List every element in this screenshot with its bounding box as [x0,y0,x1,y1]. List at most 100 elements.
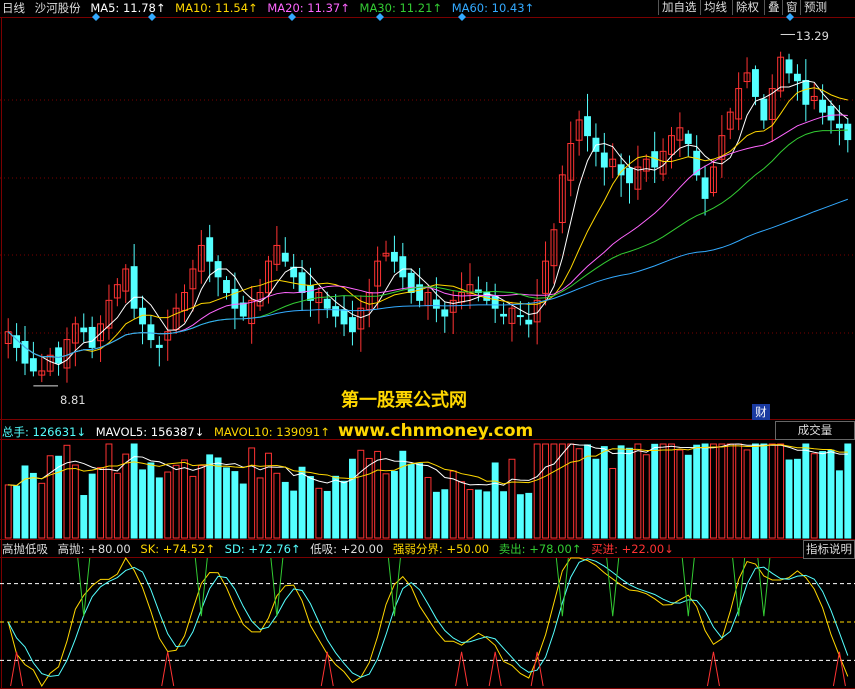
sell-signal [77,557,91,617]
volume-bar [231,471,239,539]
sell-signal [681,557,695,617]
volume-bar [626,447,633,539]
candle-body [323,298,331,309]
boundary-value: 强弱分界: +50.00 [392,542,490,556]
candle-body [298,272,306,294]
volume-bar [315,487,323,539]
volume-bar [298,466,306,539]
sk-value: SK: +74.52↑ [140,542,215,556]
window-button[interactable]: 窗 [782,0,801,15]
volume-bar [432,491,440,539]
candle-body [500,313,508,317]
volume-bar [550,443,558,539]
volume-bar [844,443,852,539]
volume-bar [281,481,289,539]
chart-canvas [0,13,855,689]
overlay-button[interactable]: 叠 [764,0,783,15]
volume-bar [307,476,314,539]
volume-bar [634,443,642,539]
candle-body [802,79,810,105]
volume-bar [21,465,29,539]
volume-bar [793,458,801,539]
volume-bar [651,443,659,539]
stock-name: 沙河股份 [34,1,81,15]
period-label[interactable]: 日线 [2,1,25,15]
volume-bar [164,471,172,539]
ma-line-button[interactable]: 均线 [700,0,730,15]
volume-bar [13,485,21,539]
gaopao-value: 高抛: +80.00 [57,542,131,556]
volume-bar [693,444,701,539]
sell-value: 卖出: +78.00↑ [498,542,582,556]
volume-bar [374,450,382,539]
buy-signal [455,651,469,687]
volume-bar [139,469,146,539]
candle-body [399,256,407,278]
volume-bar [390,470,398,539]
volume-bar [407,463,415,539]
watermark-url: www.chnmoney.com [338,421,534,441]
add-watchlist-button[interactable]: 加自选 [658,0,700,15]
candle-body [29,358,37,372]
candle-body [147,324,155,341]
ex-rights-button[interactable]: 除权 [732,0,762,15]
volume-bar [348,458,356,539]
volume-bar [416,463,424,539]
volume-bar [743,449,751,539]
finance-marker[interactable]: 财 [752,404,770,420]
volume-bar [609,467,617,539]
buy-signal [706,651,720,687]
volume-bar [181,459,188,539]
volume-bar [256,477,264,539]
indicator-name[interactable]: 高抛低吸 [2,542,48,556]
forecast-button[interactable]: 预测 [800,0,830,15]
volume-bar [508,458,516,539]
candle-body [516,315,524,318]
candle-body [332,306,340,317]
volume-bar [600,446,608,539]
volume-bar [97,467,104,539]
candle-body [701,177,709,199]
candle-body [55,347,63,364]
volume-panel-button[interactable]: 成交量 [775,421,855,440]
mavol10-value: MAVOL10: 139091↑ [213,425,330,439]
candle-body [600,152,608,168]
buy-signal [10,651,24,687]
candle-body [340,309,348,325]
candle-body [584,116,591,137]
volume-bar [483,491,491,539]
volume-bar [684,454,692,539]
volume-bar [155,477,163,539]
volume-bar [441,489,449,539]
indicator-header: 高抛低吸 高抛: +80.00 SK: +74.52↑ SD: +72.76↑ … [2,541,680,557]
candle-body [827,105,835,121]
volume-bar [197,465,205,539]
volume-bar [516,494,524,539]
candle-body [441,309,449,317]
indicator-help-button[interactable]: 指标说明 [803,540,855,559]
volume-bar [88,473,96,539]
volume-bar [38,482,46,539]
candle-body [206,237,214,262]
candle-body [130,266,138,309]
volume-bar [458,481,466,539]
volume-bar [642,454,650,539]
volume-bar [46,455,54,539]
volume-bar [819,451,827,539]
volume-bar [810,453,818,539]
sell-signal [606,557,620,617]
candle-body [835,123,843,129]
volume-bar [273,472,281,539]
volume-bar [768,443,776,539]
volume-bar [567,443,575,539]
volume-bar [214,457,222,539]
volume-bar [668,443,675,539]
candle-body [239,302,247,317]
volume-bar [827,449,835,539]
volume-bar [382,473,390,539]
price-header: 日线 沙河股份 MA5: 11.78↑ MA10: 11.54↑ MA20: 1… [2,0,540,16]
volume-bar [424,476,432,539]
volume-bar [542,443,549,539]
volume-bar [835,470,843,539]
buy-signal [320,651,334,687]
